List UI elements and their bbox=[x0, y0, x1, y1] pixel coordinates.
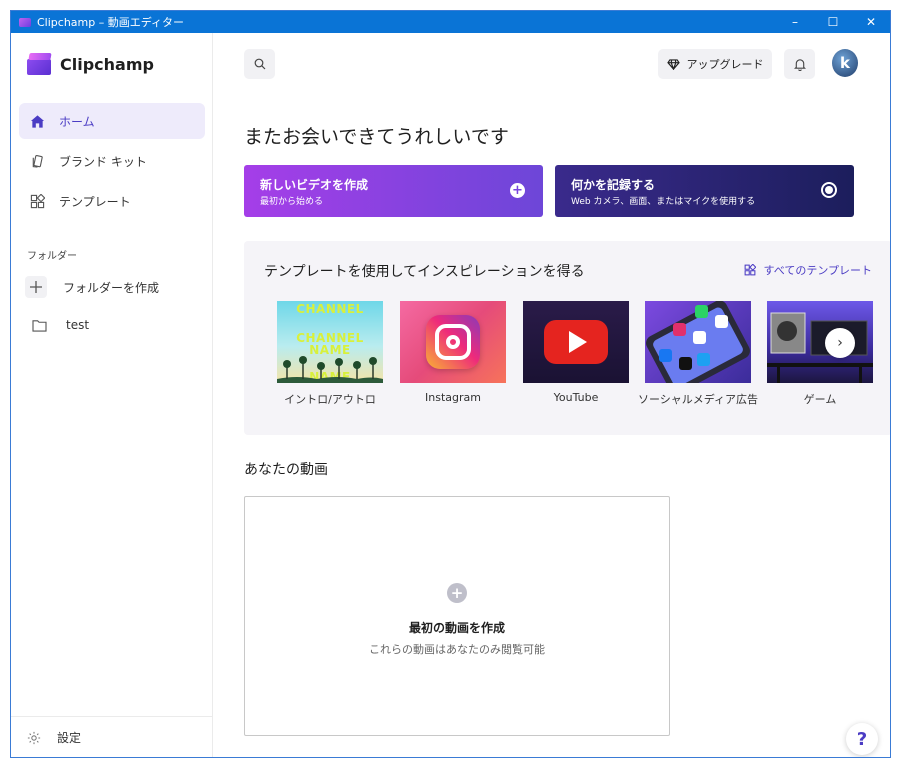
empty-state-title: 最初の動画を作成 bbox=[408, 621, 505, 635]
app-window: Clipchamp – 動画エディター – ☐ ✕ Clipchamp ホーム … bbox=[10, 10, 891, 758]
brand-logo[interactable]: Clipchamp bbox=[27, 53, 154, 75]
sidebar-item-label: テンプレート bbox=[59, 194, 131, 209]
upgrade-label: アップグレード bbox=[686, 58, 764, 71]
maximize-button[interactable]: ☐ bbox=[814, 11, 852, 33]
create-first-video-box[interactable]: + 最初の動画を作成 これらの動画はあなたのみ閲覧可能 bbox=[244, 496, 670, 736]
folder-section-header: フォルダー bbox=[27, 251, 77, 262]
minimize-button[interactable]: – bbox=[776, 11, 814, 33]
plus-circle-icon: + bbox=[447, 583, 467, 603]
templates-icon bbox=[29, 193, 45, 209]
template-thumb-gaming[interactable] bbox=[767, 301, 873, 383]
template-thumb-intro-outro[interactable]: CHANNEL CHANNEL NAME NAME bbox=[277, 301, 383, 383]
empty-state-subtitle: これらの動画はあなたのみ閲覧可能 bbox=[369, 643, 545, 656]
record-something-card[interactable]: 何かを記録する Web カメラ、画面、またはマイクを使用する bbox=[555, 165, 854, 217]
sidebar-item-home[interactable]: ホーム bbox=[19, 103, 205, 139]
templates-icon bbox=[744, 264, 756, 276]
search-button[interactable] bbox=[244, 49, 275, 79]
record-icon bbox=[821, 182, 837, 198]
template-label: ソーシャルメディア広告 bbox=[638, 393, 759, 406]
sidebar-item-brand-kit[interactable]: ブランド キット bbox=[19, 143, 205, 179]
settings-label: 設定 bbox=[57, 731, 82, 745]
help-button[interactable]: ? bbox=[846, 723, 878, 755]
template-label: YouTube bbox=[553, 391, 599, 404]
brand-name: Clipchamp bbox=[60, 54, 154, 74]
sidebar-item-templates[interactable]: テンプレート bbox=[19, 183, 205, 219]
settings-button[interactable]: 設定 bbox=[11, 716, 213, 757]
youtube-logo-icon bbox=[544, 320, 608, 364]
create-folder-button[interactable]: フォルダーを作成 bbox=[19, 269, 205, 305]
notifications-button[interactable] bbox=[784, 49, 815, 79]
main-content: アップグレード k またお会いできてうれしいです 新しいビデオを作成 最初から始… bbox=[214, 33, 890, 757]
close-button[interactable]: ✕ bbox=[852, 11, 890, 33]
your-videos-title: あなたの動画 bbox=[244, 462, 328, 478]
sidebar-item-label: ホーム bbox=[59, 114, 95, 129]
create-folder-label: フォルダーを作成 bbox=[63, 280, 160, 295]
title-bar[interactable]: Clipchamp – 動画エディター – ☐ ✕ bbox=[11, 11, 890, 33]
thumb-text: CHANNEL bbox=[296, 302, 364, 316]
gaming-desk-graphic bbox=[767, 312, 873, 383]
palm-trees-graphic bbox=[277, 356, 383, 383]
template-thumb-instagram[interactable] bbox=[400, 301, 506, 383]
all-templates-label: すべてのテンプレート bbox=[763, 264, 872, 277]
user-avatar[interactable]: k bbox=[832, 49, 858, 77]
record-subtitle: Web カメラ、画面、またはマイクを使用する bbox=[571, 197, 756, 207]
carousel-next-button[interactable]: › bbox=[825, 328, 855, 358]
create-new-video-card[interactable]: 新しいビデオを作成 最初から始める + bbox=[244, 165, 543, 217]
plus-icon bbox=[25, 276, 47, 298]
sidebar-item-label: ブランド キット bbox=[59, 154, 147, 169]
diamond-icon bbox=[666, 58, 680, 70]
create-video-title: 新しいビデオを作成 bbox=[260, 178, 369, 192]
create-video-subtitle: 最初から始める bbox=[260, 197, 324, 207]
folder-item-test[interactable]: test bbox=[19, 307, 205, 343]
folder-icon bbox=[31, 317, 47, 333]
upgrade-button[interactable]: アップグレード bbox=[658, 49, 772, 79]
template-label: ゲーム bbox=[803, 393, 837, 406]
template-thumb-social-ads[interactable] bbox=[645, 301, 751, 383]
template-label: イントロ/アウトロ bbox=[284, 393, 376, 406]
phone-apps-graphic bbox=[646, 301, 750, 383]
window-title: Clipchamp – 動画エディター bbox=[37, 16, 184, 29]
page-title: またお会いできてうれしいです bbox=[244, 126, 509, 148]
clipchamp-app-icon bbox=[19, 17, 31, 27]
folder-label: test bbox=[66, 318, 90, 332]
bell-icon bbox=[793, 58, 806, 71]
all-templates-link[interactable]: すべてのテンプレート bbox=[744, 262, 872, 278]
template-thumb-youtube[interactable] bbox=[523, 301, 629, 383]
template-label: Instagram bbox=[425, 391, 481, 404]
record-title: 何かを記録する bbox=[571, 178, 656, 192]
templates-section: テンプレートを使用してインスピレーションを得る すべてのテンプレート CHANN… bbox=[244, 241, 890, 435]
templates-section-title: テンプレートを使用してインスピレーションを得る bbox=[264, 264, 585, 280]
brand-kit-icon bbox=[29, 153, 45, 169]
gear-icon bbox=[27, 731, 41, 745]
search-icon bbox=[254, 58, 265, 70]
clipchamp-logo-icon bbox=[27, 53, 52, 75]
home-icon bbox=[29, 113, 45, 129]
sidebar: Clipchamp ホーム ブランド キット テンプレート フォルダー フォルダ… bbox=[11, 33, 213, 757]
instagram-logo-icon bbox=[426, 315, 480, 369]
plus-circle-icon: + bbox=[510, 183, 525, 198]
